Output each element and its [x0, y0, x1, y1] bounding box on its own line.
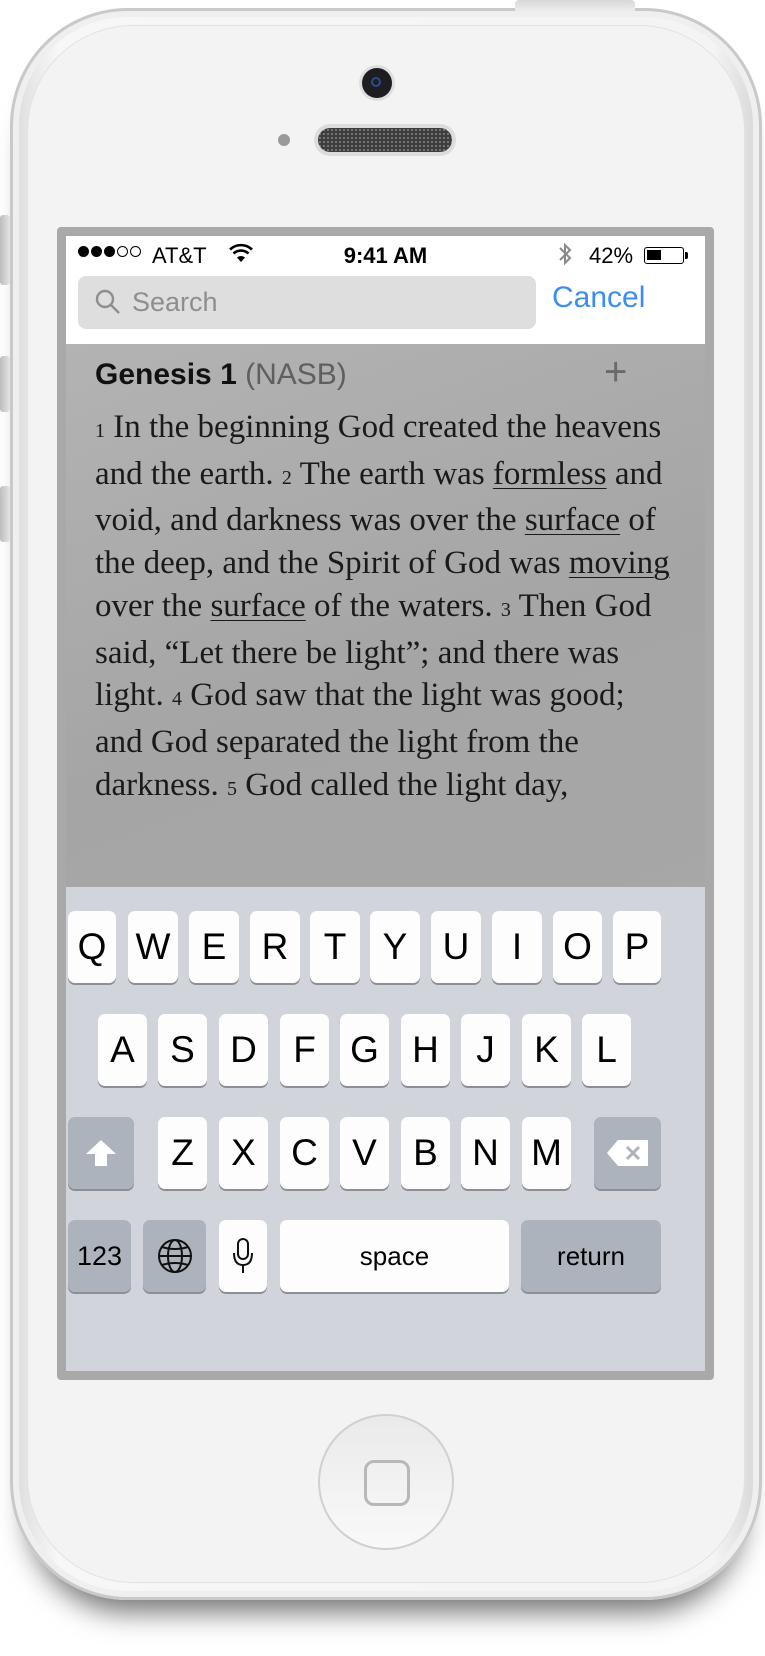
key-p[interactable]: P — [613, 911, 661, 983]
shift-key[interactable] — [68, 1117, 134, 1189]
bible-version: (NASB) — [245, 358, 347, 391]
key-o[interactable]: O — [553, 911, 602, 983]
add-icon[interactable]: + — [604, 352, 627, 392]
verse-number: 1 — [95, 420, 105, 442]
search-field[interactable] — [78, 276, 536, 329]
key-i[interactable]: I — [492, 911, 542, 983]
verse-5-text: God called the light day, — [245, 766, 569, 803]
globe-key[interactable] — [143, 1220, 206, 1292]
bluetooth-icon — [558, 241, 572, 273]
verse-number: 4 — [172, 688, 183, 711]
chapter-heading: Genesis 1 (NASB) — [95, 358, 347, 392]
key-u[interactable]: U — [431, 911, 481, 983]
key-j[interactable]: J — [461, 1014, 510, 1086]
earpiece-speaker — [318, 128, 452, 152]
key-r[interactable]: R — [250, 911, 300, 983]
proximity-sensor — [278, 134, 290, 146]
book-chapter: Genesis 1 — [95, 358, 237, 391]
key-w[interactable]: W — [128, 911, 178, 983]
verse-2-text: over the — [95, 587, 203, 624]
screen: AT&T 9:41 AM 42% Cancel Genesis 1 (NASB)… — [66, 236, 705, 1371]
front-camera — [362, 68, 392, 98]
key-t[interactable]: T — [310, 911, 360, 983]
shift-icon — [86, 1140, 116, 1166]
volume-up-button — [0, 356, 10, 412]
passage-view: Genesis 1 (NASB) + 1 In the beginning Go… — [66, 344, 705, 924]
key-y[interactable]: Y — [370, 911, 420, 983]
space-key[interactable]: space — [280, 1220, 509, 1292]
key-q[interactable]: Q — [68, 911, 116, 983]
key-d[interactable]: D — [219, 1014, 268, 1086]
passage-text: 1 In the beginning God created the heave… — [95, 406, 675, 810]
verse-number: 5 — [226, 777, 237, 800]
sleep-button — [515, 0, 635, 12]
key-s[interactable]: S — [158, 1014, 207, 1086]
battery-icon — [644, 247, 688, 264]
verse-number: 3 — [500, 598, 511, 621]
cancel-button[interactable]: Cancel — [552, 281, 645, 315]
key-l[interactable]: L — [582, 1014, 631, 1086]
microphone-icon — [233, 1238, 253, 1273]
verse-2-text: The earth was — [299, 455, 485, 492]
home-square-icon — [364, 1460, 410, 1506]
key-c[interactable]: C — [280, 1117, 329, 1189]
key-e[interactable]: E — [189, 911, 239, 983]
status-bar: AT&T 9:41 AM 42% — [66, 236, 705, 276]
key-k[interactable]: K — [522, 1014, 571, 1086]
search-input[interactable] — [132, 276, 522, 329]
battery-percentage: 42% — [589, 243, 634, 268]
volume-down-button — [0, 486, 10, 542]
footnote-link-formless[interactable]: formless — [493, 456, 607, 492]
numbers-key[interactable]: 123 — [68, 1220, 131, 1292]
footnote-link-surface[interactable]: surface — [210, 588, 305, 624]
backspace-key[interactable] — [594, 1117, 661, 1189]
home-button[interactable] — [318, 1414, 454, 1550]
mute-switch — [0, 215, 10, 285]
search-bar: Cancel — [66, 276, 705, 344]
keyboard: Q W E R T Y U I O P A S D F G H J K L Z … — [66, 887, 705, 1371]
key-m[interactable]: M — [522, 1117, 571, 1189]
backspace-icon — [606, 1140, 648, 1166]
footnote-link-surface[interactable]: surface — [525, 502, 620, 538]
key-a[interactable]: A — [98, 1014, 147, 1086]
key-n[interactable]: N — [461, 1117, 510, 1189]
return-key[interactable]: return — [521, 1220, 661, 1292]
microphone-key[interactable] — [219, 1220, 267, 1292]
key-v[interactable]: V — [340, 1117, 389, 1189]
verse-2-text: of the waters. — [313, 587, 493, 624]
key-b[interactable]: B — [401, 1117, 450, 1189]
key-h[interactable]: H — [401, 1014, 450, 1086]
footnote-link-moving[interactable]: moving — [569, 545, 670, 581]
search-icon — [95, 289, 120, 314]
key-z[interactable]: Z — [158, 1117, 207, 1189]
key-f[interactable]: F — [280, 1014, 329, 1086]
globe-icon — [157, 1239, 192, 1273]
key-x[interactable]: X — [219, 1117, 268, 1189]
verse-number: 2 — [281, 466, 292, 489]
key-g[interactable]: G — [340, 1014, 389, 1086]
